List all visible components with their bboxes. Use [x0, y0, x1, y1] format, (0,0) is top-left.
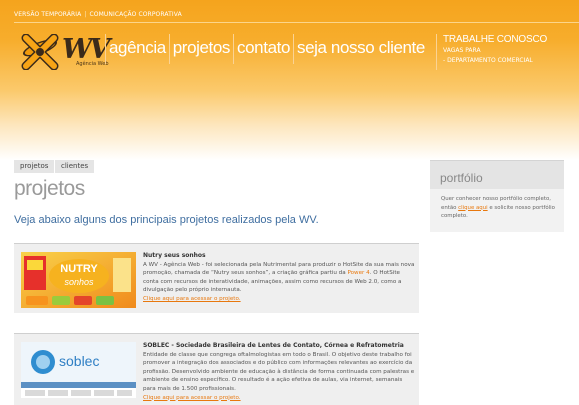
portfolio-link[interactable]: clique aqui — [458, 205, 487, 211]
project-thumbnail[interactable]: soblec — [21, 342, 136, 398]
portfolio-text: Quer conhecer nosso portfólio completo, … — [441, 195, 559, 221]
topbar-divider — [14, 22, 579, 23]
nav-item-projetos[interactable]: projetos — [168, 34, 233, 64]
project-description: SOBLEC - Sociedade Brasileira de Lentes … — [143, 342, 415, 402]
tab-clientes[interactable]: clientes — [55, 160, 95, 173]
vacancies-label: VAGAS PARA — [443, 47, 481, 54]
header: VERSÃO TEMPORÁRIA | COMUNICAÇÃO CORPORATIV… — [0, 0, 579, 160]
corporate-link[interactable]: COMUNICAÇÃO CORPORATIVA — [90, 11, 182, 18]
nav-item-seja-cliente[interactable]: seja nosso cliente — [293, 34, 428, 64]
topbar-separator: | — [84, 11, 87, 18]
page-intro: Veja abaixo alguns dos principais projet… — [14, 214, 319, 226]
portfolio-title: portfólio — [440, 171, 483, 185]
top-bar: VERSÃO TEMPORÁRIA | COMUNICAÇÃO CORPORATIV… — [0, 0, 579, 23]
thumbnail-subtitle: sonhos — [64, 277, 94, 287]
project-text: Entidade de classe que congrega oftalmol… — [143, 351, 415, 392]
tab-projetos[interactable]: projetos — [14, 160, 55, 173]
portfolio-box: portfólio Quer conhecer nosso portfólio … — [430, 160, 564, 232]
project-title: Nutry seus sonhos — [143, 252, 206, 259]
project-item: soblec SOBLEC - Sociedade Brasileira de … — [14, 333, 419, 405]
vacancy-commercial-link[interactable]: - DEPARTAMENTO COMERCIAL — [443, 57, 547, 65]
portfolio-header: portfólio — [430, 161, 564, 189]
main-nav: agência projetos contato seja nosso clie… — [105, 34, 428, 64]
logo-subtitle: Agência Web — [76, 61, 109, 67]
power4-link[interactable]: Power 4 — [347, 270, 369, 276]
project-title: SOBLEC - Sociedade Brasileira de Lentes … — [143, 342, 404, 349]
careers-link[interactable]: TRABALHE CONOSCO — [443, 34, 547, 45]
careers-nav: TRABALHE CONOSCO VAGAS PARA - DEPARTAMEN… — [436, 34, 547, 70]
page: VERSÃO TEMPORÁRIA | COMUNICAÇÃO CORPORATIV… — [0, 0, 579, 405]
nav-item-agencia[interactable]: agência — [105, 34, 169, 64]
thumbnail-logo-text: soblec — [59, 353, 99, 369]
logo[interactable]: WV Agência Web — [20, 34, 110, 70]
version-link[interactable]: VERSÃO TEMPORÁRIA — [14, 11, 81, 18]
thumbnail-title: NUTRY — [60, 263, 98, 275]
project-description: Nutry seus sonhos A WV - Agência Web - f… — [143, 252, 415, 304]
project-link[interactable]: Clique aqui para acessar o projeto. — [143, 295, 415, 304]
page-title: projetos — [14, 177, 85, 200]
project-link[interactable]: Clique aqui para acessar o projeto. — [143, 394, 415, 403]
logo-x-icon — [21, 34, 59, 70]
nav-item-contato[interactable]: contato — [233, 34, 293, 64]
project-item: NUTRY sonhos Nutry seus sonhos A WV - Ag… — [14, 243, 419, 313]
project-thumbnail[interactable]: NUTRY sonhos — [21, 252, 136, 308]
